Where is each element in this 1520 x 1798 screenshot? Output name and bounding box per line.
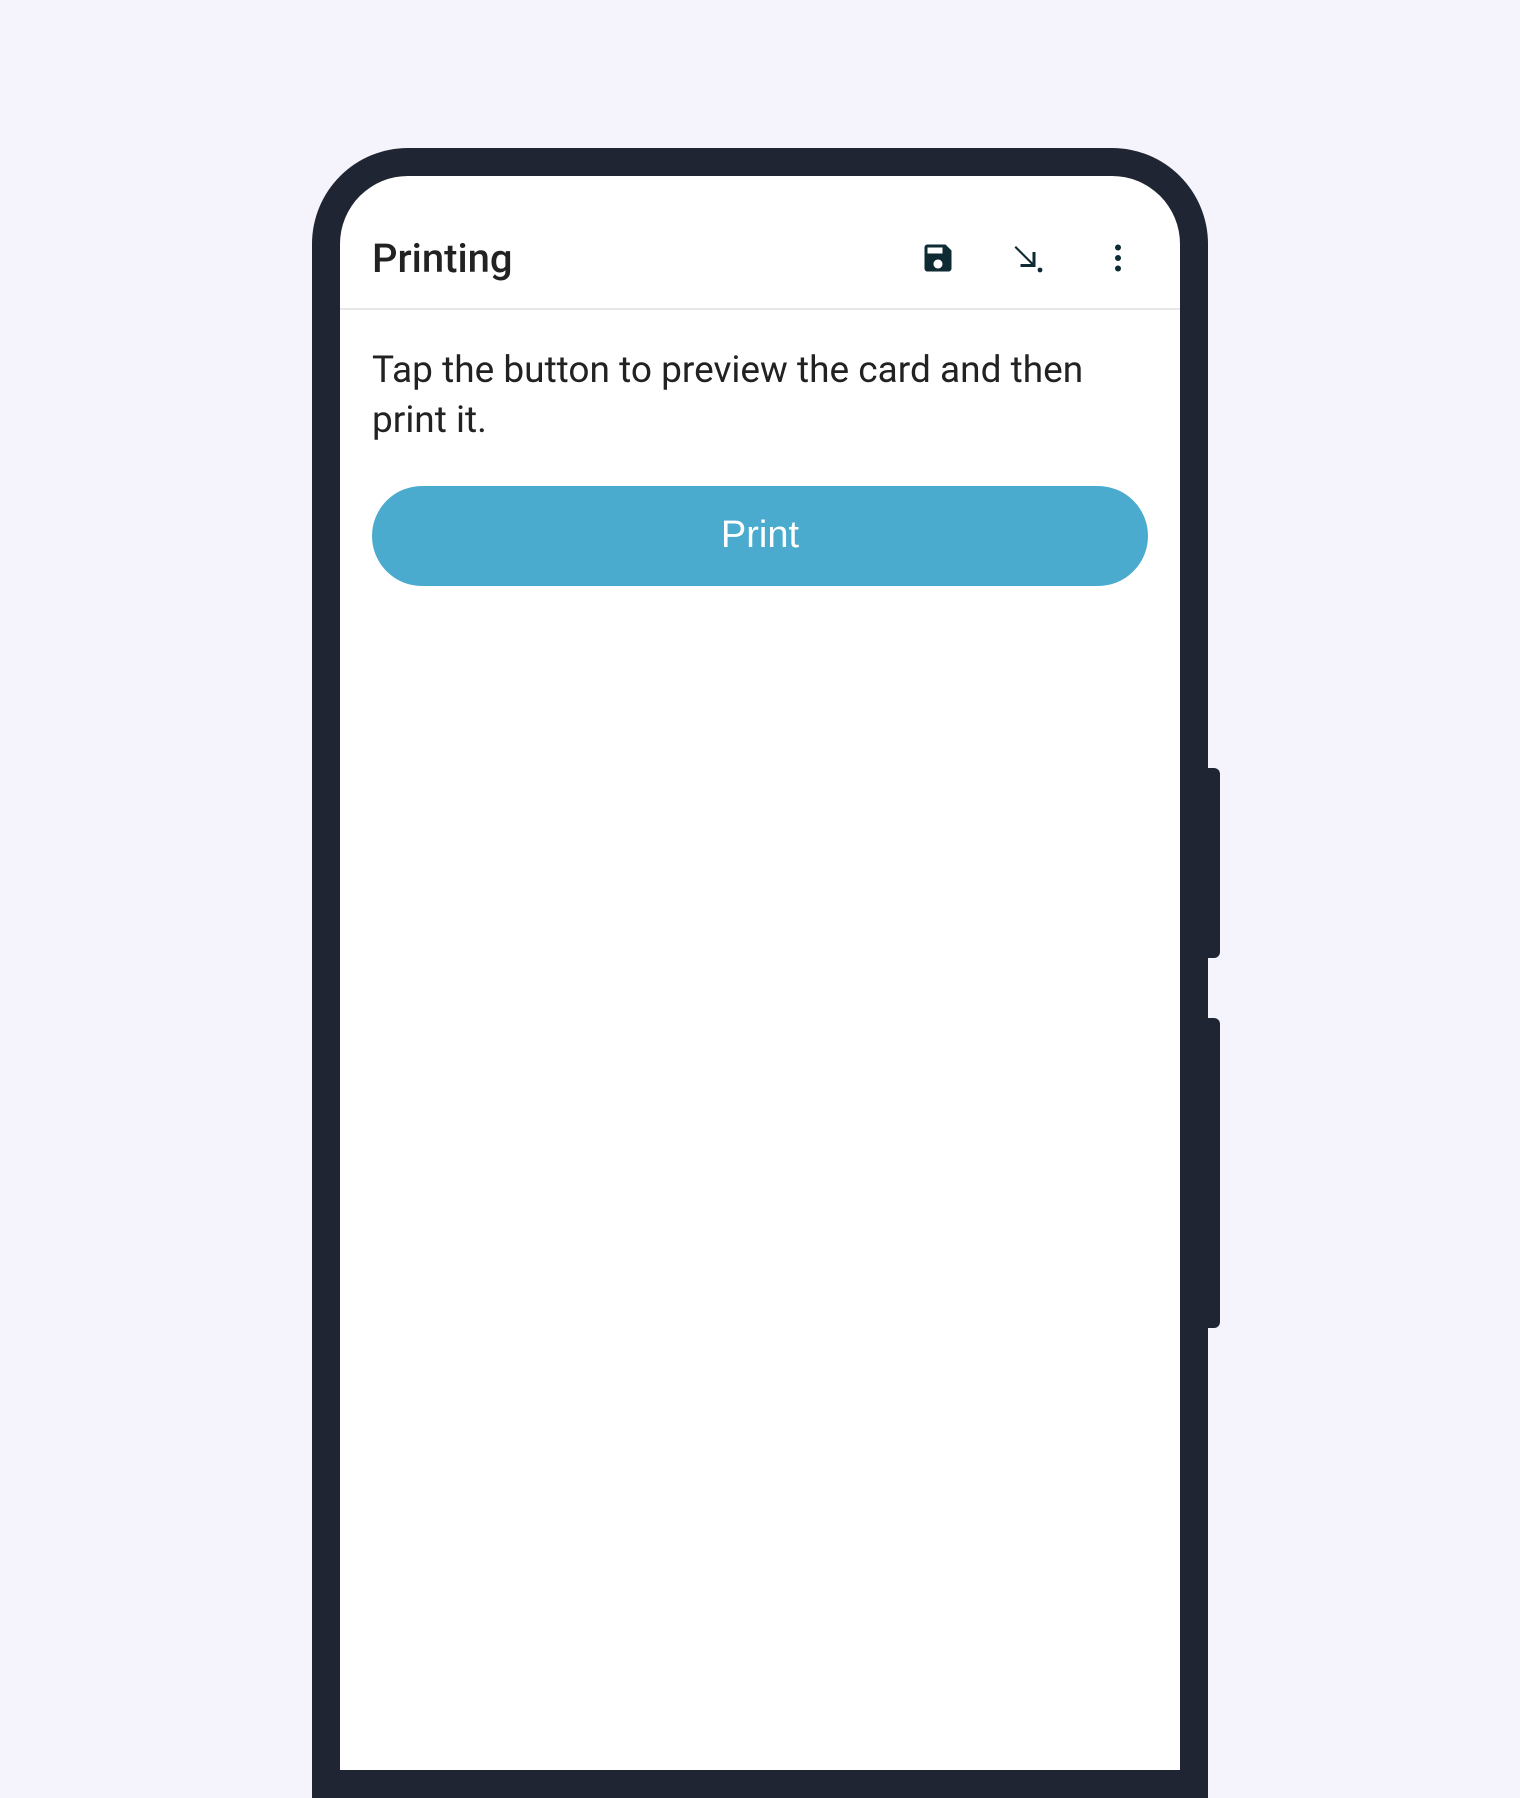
phone-side-button-2	[1208, 1018, 1220, 1328]
app-title: Printing	[372, 235, 916, 282]
phone-screen: Printing	[340, 176, 1180, 1770]
print-button[interactable]: Print	[372, 486, 1148, 586]
more-menu-button[interactable]	[1096, 238, 1140, 282]
download-button[interactable]	[1006, 238, 1050, 282]
instruction-text: Tap the button to preview the card and t…	[372, 346, 1148, 446]
download-arrow-icon	[1010, 240, 1046, 280]
phone-frame: Printing	[312, 148, 1208, 1798]
more-vert-icon	[1100, 240, 1136, 280]
app-bar-actions	[916, 238, 1148, 282]
content-area: Tap the button to preview the card and t…	[340, 310, 1180, 586]
phone-side-button-1	[1208, 768, 1220, 958]
save-icon	[920, 240, 956, 280]
save-button[interactable]	[916, 238, 960, 282]
app-bar: Printing	[340, 176, 1180, 310]
